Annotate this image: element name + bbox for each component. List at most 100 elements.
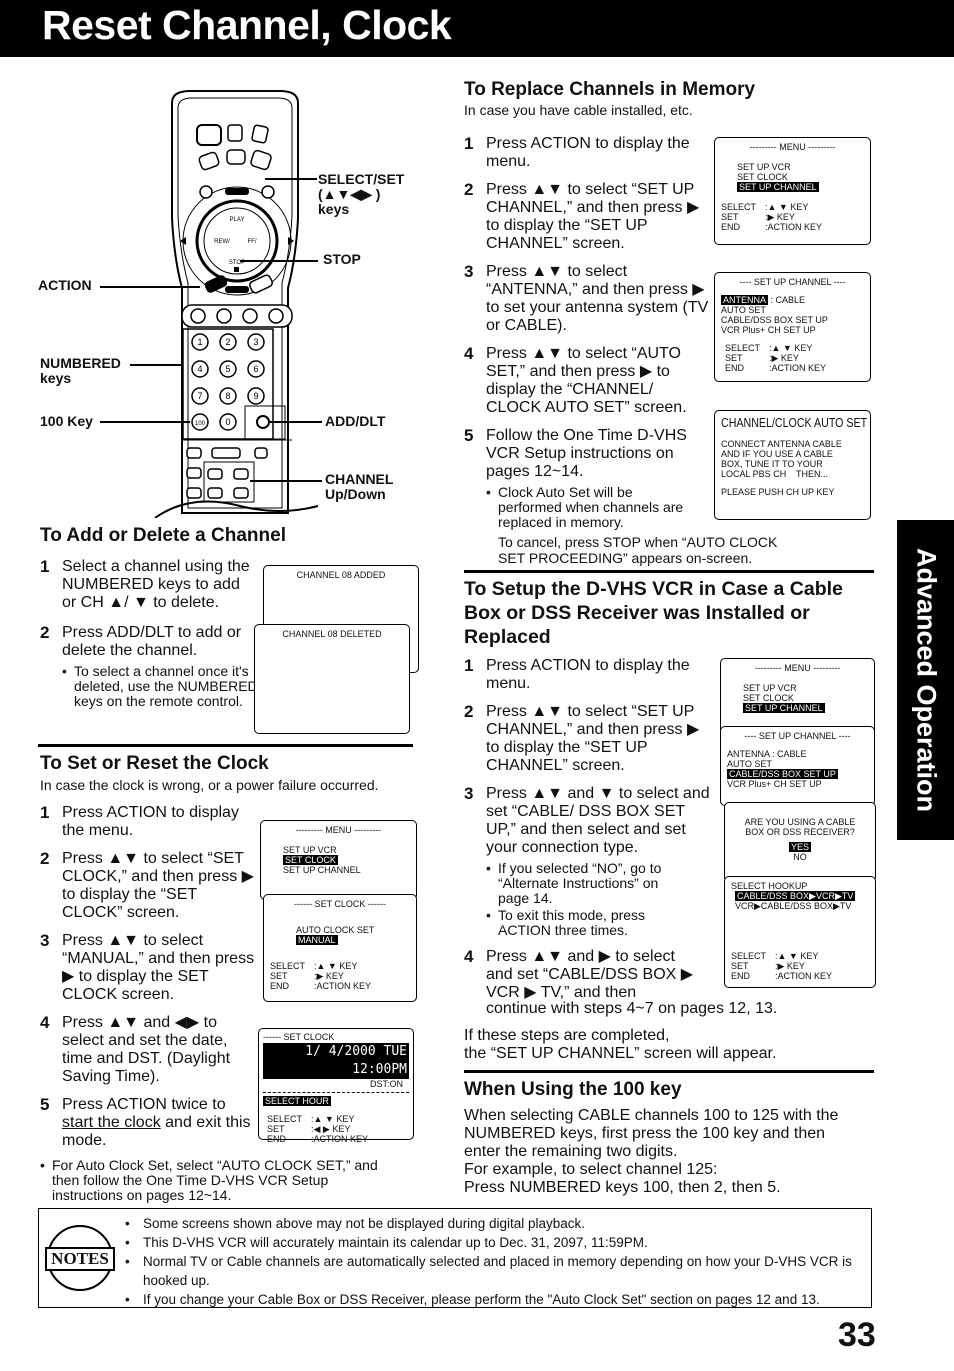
step: 1 Press ACTION to display the menu. xyxy=(464,657,714,693)
svg-text:6: 6 xyxy=(253,364,258,374)
step: 2 Press ▲▼ to select “SET UP CHANNEL,” an… xyxy=(464,181,709,253)
osd-dst: DST:ON xyxy=(369,1079,403,1089)
osd-option: NO xyxy=(793,852,807,862)
step-number: 1 xyxy=(40,557,50,576)
leader-line xyxy=(250,480,322,482)
osd-replace-menu: --------- MENU --------- SET UP VCR SET … xyxy=(714,137,871,245)
section-tab-label: Advanced Operation xyxy=(911,547,941,813)
osd-header: CHANNEL/CLOCK AUTO SET xyxy=(721,415,868,430)
leader-line xyxy=(130,364,182,366)
label-100-key: 100 Key xyxy=(40,413,93,429)
text-part: Press ACTION twice to xyxy=(62,1096,226,1113)
note-text: If you change your Cable Box or DSS Rece… xyxy=(143,1292,820,1307)
remote-illustration: PLAY REW/ FF/ STOP 1 2 3 4 5 6 7 8 9 100… xyxy=(150,88,320,519)
osd-key-legend: SELECT:▲ ▼ KEY SET:◀ ▶ KEY END:ACTION KE… xyxy=(267,1114,409,1144)
bullet-note: • To exit this mode, press ACTION three t… xyxy=(486,908,686,938)
bullet-note: • If you selected “NO”, go to “Alternate … xyxy=(486,861,686,906)
leader-line xyxy=(100,286,200,288)
osd-header: ---- SET UP CHANNEL ---- xyxy=(739,277,846,287)
osd-key-desc: :▲ ▼ KEY xyxy=(775,951,819,961)
section-divider xyxy=(464,570,874,573)
label-action: ACTION xyxy=(38,277,92,293)
label-channel: CHANNEL Up/Down xyxy=(325,472,393,502)
svg-text:5: 5 xyxy=(225,364,230,374)
osd-text-line: CONNECT ANTENNA CABLE xyxy=(721,439,842,449)
cancel-note: To cancel, press STOP when “AUTO CLOCK S… xyxy=(498,534,778,566)
step-number: 4 xyxy=(464,344,474,363)
osd-text: CHANNEL 08 DELETED xyxy=(282,629,382,639)
add-delete-steps: 1 Select a channel using the NUMBERED key… xyxy=(40,558,258,709)
note-text: This D-VHS VCR will accurately maintain … xyxy=(143,1235,648,1250)
osd-channel-deleted: CHANNEL 08 DELETED xyxy=(254,624,410,734)
label-stop: STOP xyxy=(323,251,361,267)
osd-footer: PLEASE PUSH CH UP KEY xyxy=(721,487,835,497)
step-number: 4 xyxy=(40,1013,50,1032)
bullet-note: • To select a channel once it's deleted, … xyxy=(62,663,258,709)
osd-menu-item: SET UP VCR xyxy=(283,845,337,855)
osd-cable-question: ARE YOU USING A CABLE BOX OR DSS RECEIVE… xyxy=(724,802,876,882)
step-number: 2 xyxy=(464,180,474,199)
osd-key: SELECT xyxy=(725,343,761,353)
osd-option-selected: YES xyxy=(788,842,811,852)
osd-header: --------- MENU --------- xyxy=(295,825,382,835)
osd-key: END xyxy=(721,222,741,232)
label-line: SELECT/SET xyxy=(318,171,405,187)
step-text: Press ▲▼ and ◀▶ to select and set the da… xyxy=(62,1014,231,1085)
osd-key-desc: :▶ KEY xyxy=(769,353,799,363)
step: 3 Press ▲▼ to select “ANTENNA,” and then … xyxy=(464,263,709,335)
osd-menu-item: SET UP VCR xyxy=(743,683,797,693)
osd-menu-item: SET UP CHANNEL xyxy=(283,865,361,875)
osd-clock-menu: --------- MENU --------- SET UP VCR SET … xyxy=(260,820,417,900)
text-line: the “SET UP CHANNEL” screen will appear. xyxy=(464,1045,777,1062)
note-item: • Some screens shown above may not be dis… xyxy=(125,1216,586,1231)
step: 2 Press ADD/DLT to add or delete the chan… xyxy=(40,624,258,660)
step-number: 1 xyxy=(464,656,474,675)
clock-steps: 1 Press ACTION to display the menu. 2 Pres… xyxy=(40,804,255,1150)
osd-key-desc: :▲ ▼ KEY xyxy=(311,1114,355,1124)
leader-line xyxy=(270,421,322,423)
osd-key-desc: :▶ KEY xyxy=(775,961,805,971)
clock-heading: To Set or Reset the Clock xyxy=(40,753,269,774)
leader-line xyxy=(100,421,190,423)
osd-key-desc: :ACTION KEY xyxy=(769,363,827,373)
osd-key-desc: :ACTION KEY xyxy=(311,1134,369,1144)
svg-text:8: 8 xyxy=(225,391,230,401)
step: 2 Press ▲▼ to select “SET CLOCK,” and the… xyxy=(40,850,255,922)
osd-menu-item: SET CLOCK xyxy=(737,172,788,182)
bullet-text: To exit this mode, press ACTION three ti… xyxy=(498,907,646,938)
osd-menu-item: SET CLOCK xyxy=(743,693,794,703)
osd-key-desc: :◀ ▶ KEY xyxy=(311,1124,351,1134)
continue-text: continue with steps 4~7 on pages 12, 13. xyxy=(486,1000,778,1017)
cable-box-heading: To Setup the D-VHS VCR in Case a Cable B… xyxy=(464,578,843,648)
osd-key-legend: SELECT:▲ ▼ KEY SET:▶ KEY END:ACTION KEY xyxy=(721,202,864,232)
osd-text-line: BOX OR DSS RECEIVER? xyxy=(745,827,855,837)
osd-menu-item: VCR Plus+ CH SET UP xyxy=(721,325,816,335)
osd-menu-item: AUTO SET xyxy=(727,759,772,769)
osd-set-clock: ------ SET CLOCK ------ AUTO CLOCK SET M… xyxy=(263,894,417,1002)
text-line: For example, to select channel 125: xyxy=(464,1161,718,1178)
note-item: • This D-VHS VCR will accurately maintain… xyxy=(125,1235,648,1250)
osd-header: SELECT HOOKUP xyxy=(731,881,808,891)
osd-option: VCR▶CABLE/DSS BOX▶TV xyxy=(735,901,852,911)
osd-option-selected: CABLE/DSS BOX▶VCR▶TV xyxy=(735,891,856,901)
svg-text:4: 4 xyxy=(197,364,202,374)
notes-icon-label: NOTES xyxy=(45,1247,115,1271)
osd-text-line: AND IF YOU USE A CABLE xyxy=(721,449,833,459)
step-text: Press ACTION to display the menu. xyxy=(486,135,690,170)
step: 1 Press ACTION to display the menu. xyxy=(40,804,255,840)
label-line: keys xyxy=(40,370,72,386)
osd-menu-item: VCR Plus+ CH SET UP xyxy=(727,779,822,789)
step-text: Select a channel using the NUMBERED keys… xyxy=(62,558,250,611)
osd-key-legend: SELECT:▲ ▼ KEY SET:▶ KEY END:ACTION KEY xyxy=(731,951,869,981)
text-line: Press NUMBERED keys 100, then 2, then 5. xyxy=(464,1179,781,1196)
label-line: Up/Down xyxy=(325,486,386,502)
cable-box-steps: 1 Press ACTION to display the menu. 2 Pres… xyxy=(464,657,714,1002)
step-text: Follow the One Time D-VHS VCR Setup inst… xyxy=(486,427,687,480)
note-item: • If you change your Cable Box or DSS Rec… xyxy=(125,1292,820,1307)
osd-key: SET xyxy=(270,971,288,981)
osd-key-desc: :▲ ▼ KEY xyxy=(765,202,809,212)
label-add-dlt: ADD/DLT xyxy=(325,413,386,429)
bullet-note: • Clock Auto Set will be performed when c… xyxy=(486,485,686,530)
leader-line xyxy=(240,260,318,262)
step-text: Press ▲▼ to select “ANTENNA,” and then p… xyxy=(486,263,709,334)
